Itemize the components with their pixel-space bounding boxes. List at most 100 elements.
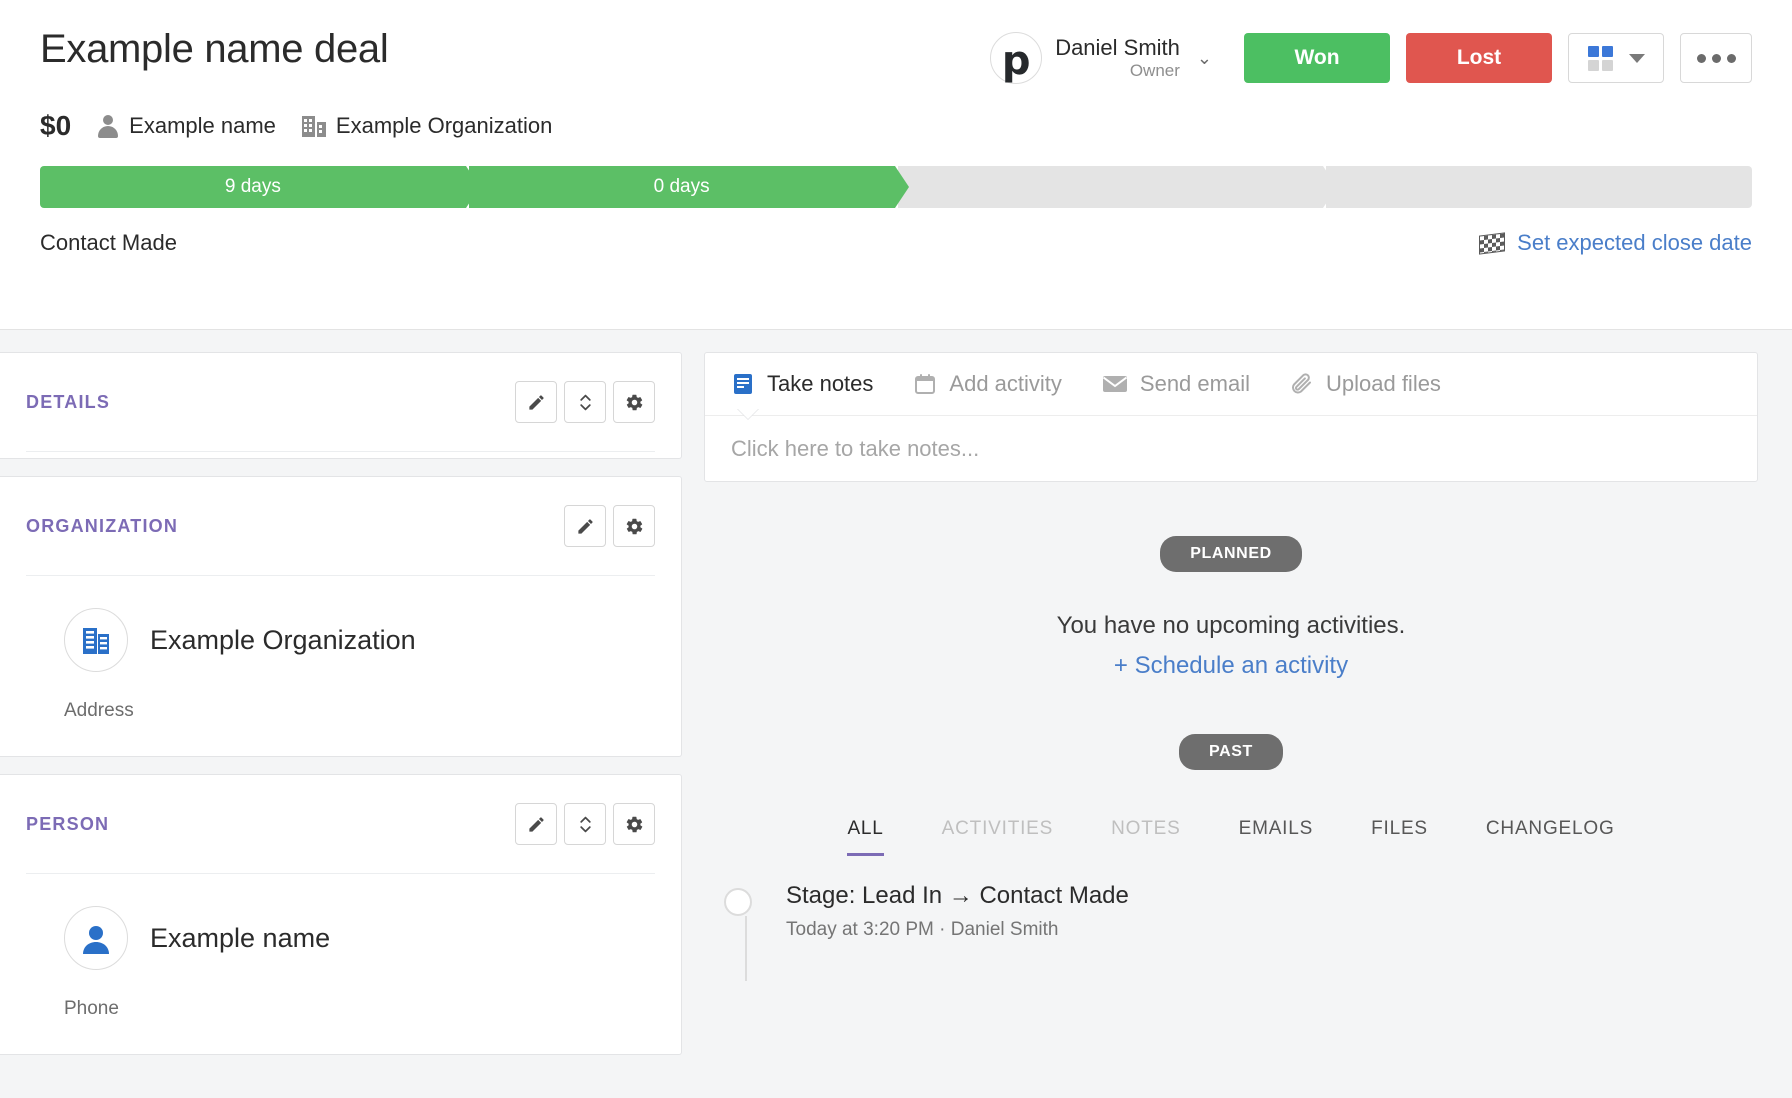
current-stage-label: Contact Made (40, 230, 177, 255)
organization-card: ORGANIZATION Example Organization Addres… (0, 476, 682, 757)
deal-subtitle-row: $0 Example name Example Organization (40, 110, 1752, 142)
paperclip-icon (1292, 373, 1311, 394)
person-card-header: PERSON (26, 775, 655, 873)
tab-changelog[interactable]: CHANGELOG (1486, 818, 1615, 856)
owner-avatar: p (990, 32, 1043, 84)
won-button[interactable]: Won (1244, 33, 1390, 83)
stage-2[interactable]: 0 days (468, 166, 909, 208)
checkered-flag-icon (1479, 231, 1506, 255)
deal-body: DETAILS ORGANIZATION Example Organizatio… (0, 330, 1792, 1098)
timeline-item-meta: Today at 3:20 PM · Daniel Smith (786, 919, 1059, 940)
tab-files[interactable]: FILES (1371, 818, 1428, 856)
tab-add-activity[interactable]: Add activity (913, 371, 1062, 397)
pipedrive-logo-icon: p (1001, 38, 1031, 84)
details-card-buttons (515, 381, 655, 423)
linked-organization-label: Example Organization (335, 113, 553, 138)
organization-card-buttons (564, 505, 655, 547)
envelope-icon (1102, 376, 1128, 392)
past-section-badge: PAST (1179, 734, 1283, 770)
deal-header: Example name deal p Daniel Smith Owner ⌄… (0, 0, 1792, 330)
tab-emails[interactable]: EMAILS (1239, 818, 1314, 856)
timeline-item-content: Stage: Lead In → Contact Made Today at 3… (786, 882, 1129, 941)
person-avatar (64, 906, 128, 970)
note-icon (734, 374, 752, 394)
organization-address-label: Address (64, 700, 134, 721)
chevron-down-icon (1628, 53, 1645, 63)
edit-organization-button[interactable] (564, 505, 606, 547)
tab-upload-files[interactable]: Upload files (1290, 371, 1441, 397)
person-card: PERSON Example name Phone (0, 774, 682, 1055)
person-card-buttons (515, 803, 655, 845)
history-filter-tabs: ALL ACTIVITIES NOTES EMAILS FILES CHANGE… (704, 818, 1758, 856)
deal-main-panel: Take notes Add activity Send email Uploa… (682, 330, 1792, 1098)
tab-take-notes-label: Take notes (767, 371, 874, 396)
deal-owner[interactable]: p Daniel Smith Owner ⌄ (990, 32, 1212, 84)
more-options-button[interactable] (1680, 33, 1752, 83)
collapse-person-button[interactable] (564, 803, 606, 845)
details-card-title: DETAILS (26, 391, 111, 412)
stage-4[interactable] (1326, 166, 1752, 208)
linked-person-label: Example name (129, 113, 276, 138)
stage-2-label: 0 days (653, 176, 710, 197)
timeline-item-title: Stage: Lead In → Contact Made (786, 882, 1129, 909)
lost-button[interactable]: Lost (1406, 33, 1552, 83)
organization-avatar (64, 608, 128, 672)
grid-icon (1587, 45, 1613, 71)
organization-icon (301, 114, 326, 138)
person-entity-name[interactable]: Example name (150, 923, 330, 954)
organization-settings-button[interactable] (613, 505, 655, 547)
note-input[interactable]: Click here to take notes... (705, 415, 1757, 481)
person-card-title: PERSON (26, 813, 110, 834)
header-actions: p Daniel Smith Owner ⌄ Won Lost (990, 26, 1752, 84)
organization-card-title: ORGANIZATION (26, 515, 179, 536)
tab-notes[interactable]: NOTES (1111, 818, 1180, 856)
tab-add-activity-label: Add activity (949, 371, 1062, 396)
organization-card-header: ORGANIZATION (26, 477, 655, 575)
set-close-date-label: Set expected close date (1517, 230, 1752, 255)
tab-all[interactable]: ALL (847, 818, 884, 856)
stage-3[interactable] (897, 166, 1337, 208)
note-composer: Take notes Add activity Send email Uploa… (704, 352, 1758, 482)
planned-section-badge: PLANNED (1160, 536, 1302, 572)
schedule-activity-link[interactable]: + Schedule an activity (704, 652, 1758, 680)
person-settings-button[interactable] (613, 803, 655, 845)
page-title: Example name deal (40, 27, 389, 71)
tab-send-email[interactable]: Send email (1102, 371, 1250, 397)
person-icon (97, 114, 119, 138)
calendar-icon (915, 374, 936, 394)
owner-role: Owner (1129, 61, 1180, 80)
deal-value: $0 (40, 110, 72, 141)
person-entity[interactable]: Example name (26, 874, 655, 970)
person-phone-label: Phone (64, 998, 119, 1019)
collapse-details-button[interactable] (564, 381, 606, 423)
tab-upload-files-label: Upload files (1325, 371, 1441, 396)
details-card: DETAILS (0, 352, 682, 459)
linked-organization[interactable]: Example Organization (301, 113, 553, 139)
chevron-down-icon[interactable]: ⌄ (1197, 48, 1212, 69)
tab-activities[interactable]: ACTIVITIES (942, 818, 1053, 856)
building-icon (83, 628, 109, 654)
tab-take-notes[interactable]: Take notes (731, 371, 873, 397)
tab-send-email-label: Send email (1139, 371, 1250, 396)
stage-1-label: 9 days (224, 176, 281, 197)
organization-entity-name[interactable]: Example Organization (150, 625, 416, 656)
owner-name: Daniel Smith (1055, 34, 1180, 60)
edit-person-button[interactable] (515, 803, 557, 845)
stage-1[interactable]: 9 days (40, 166, 480, 208)
set-close-date-link[interactable]: Set expected close date (1479, 230, 1752, 256)
linked-person[interactable]: Example name (97, 113, 276, 139)
header-top-row: Example name deal p Daniel Smith Owner ⌄… (40, 26, 1752, 84)
organization-entity[interactable]: Example Organization (26, 576, 655, 672)
timeline-item: Stage: Lead In → Contact Made Today at 3… (724, 882, 1758, 941)
no-upcoming-activities-message: You have no upcoming activities. (1056, 612, 1406, 639)
ellipsis-icon (1696, 53, 1736, 63)
timeline-dot-icon (724, 888, 752, 916)
person-icon (83, 926, 109, 954)
deal-sidebar: DETAILS ORGANIZATION Example Organizatio… (0, 330, 682, 1098)
details-settings-button[interactable] (613, 381, 655, 423)
owner-text: Daniel Smith Owner (1055, 35, 1180, 82)
view-switch-button[interactable] (1568, 33, 1664, 83)
edit-details-button[interactable] (515, 381, 557, 423)
details-card-header: DETAILS (26, 353, 655, 451)
pipeline-stage-bar: 9 days 0 days (40, 166, 1752, 208)
